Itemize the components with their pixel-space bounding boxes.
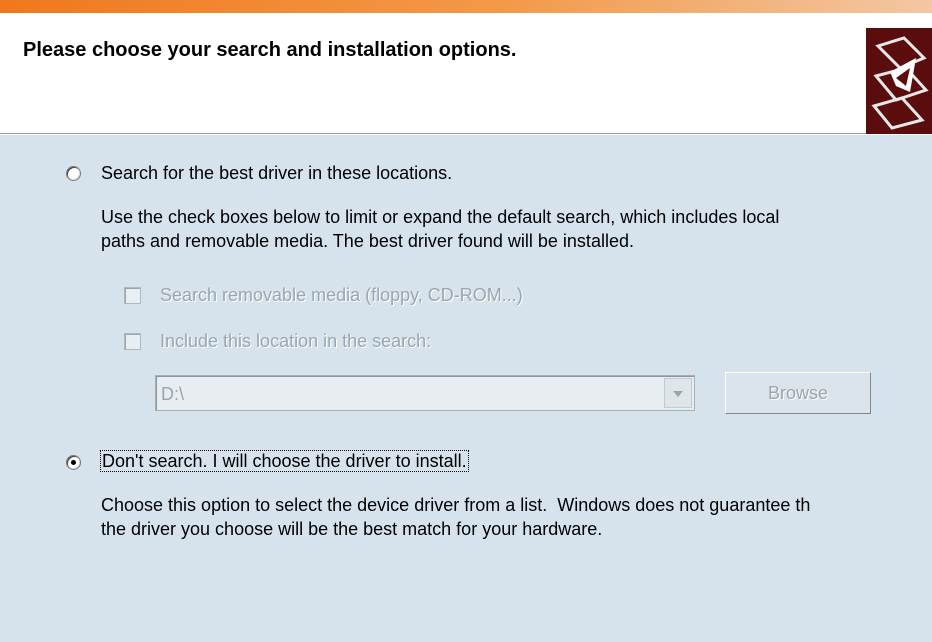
dont-search-label-wrapper[interactable]: Don't search. I will choose the driver t… — [100, 450, 469, 472]
include-location-checkbox[interactable] — [124, 333, 141, 350]
title-bar-strip — [0, 0, 932, 13]
removable-media-label[interactable]: Search removable media (floppy, CD-ROM..… — [160, 285, 523, 306]
removable-media-checkbox[interactable] — [124, 287, 141, 304]
dropdown-arrow-icon[interactable] — [664, 378, 692, 408]
page-title: Please choose your search and installati… — [23, 39, 517, 61]
location-value: D:\ — [161, 384, 185, 404]
search-locations-label[interactable]: Search for the best driver in these loca… — [101, 163, 452, 184]
include-location-label[interactable]: Include this location in the search: — [160, 331, 431, 352]
dont-search-label: Don't search. I will choose the driver t… — [100, 450, 469, 472]
location-combobox[interactable]: D:\ — [155, 375, 695, 411]
hardware-wizard-icon — [866, 28, 932, 134]
wizard-header: Please choose your search and installati… — [0, 13, 932, 134]
search-locations-radio[interactable] — [66, 166, 81, 181]
dont-search-description: Choose this option to select the device … — [101, 495, 811, 539]
driver-wizard-page: Please choose your search and installati… — [0, 0, 932, 642]
search-description: Use the check boxes below to limit or ex… — [101, 207, 780, 251]
dont-search-radio[interactable] — [66, 455, 81, 470]
browse-button[interactable]: Browse — [725, 372, 871, 414]
